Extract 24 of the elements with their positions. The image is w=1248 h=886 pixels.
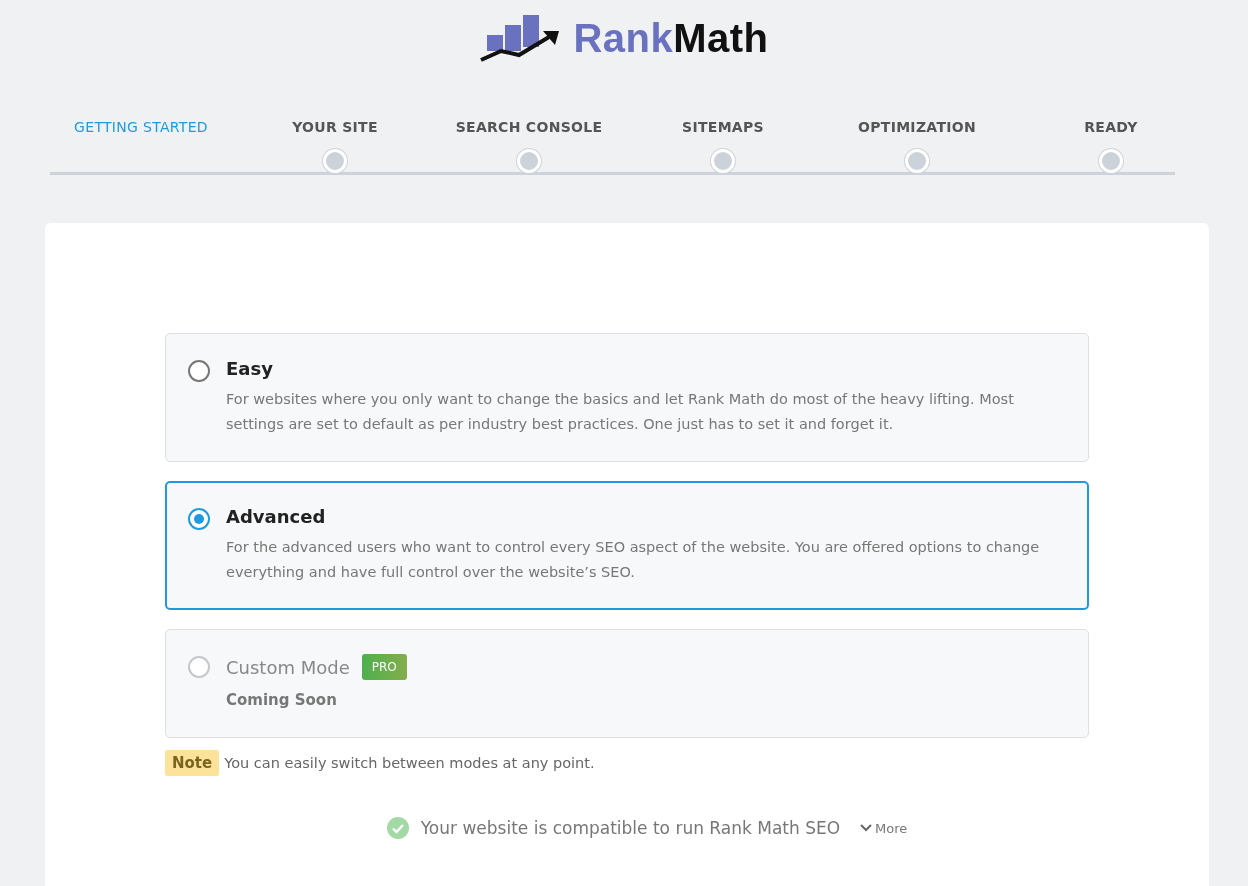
step-tab[interactable]: READY (1084, 111, 1138, 135)
note-label: Note (165, 750, 220, 776)
step-tab[interactable]: SEARCH CONSOLE (455, 111, 603, 135)
mode-description: Coming Soon (226, 690, 338, 711)
check-icon (386, 817, 409, 839)
step-tab[interactable]: OPTIMIZATION (858, 111, 976, 135)
mode-option[interactable] (165, 333, 1089, 462)
pro-badge: PRO (361, 654, 407, 680)
logo-wordmark: RankMath (573, 15, 769, 61)
more-link[interactable]: More (852, 820, 908, 836)
step-dot (517, 149, 541, 173)
mode-title: Easy (226, 358, 273, 379)
mode-description: For websites where you only want to change the basics and let Rank Math do most of the heavy lifting. Most settings are set to default as per industry best practices. One just has to set it and forget it. (226, 390, 1015, 434)
mode-option[interactable]: Advanced For the advanced users who want to control every SEO aspect of the website. You are offered options to change everything and have full control over the website’s SEO. (165, 481, 1089, 610)
caret-icon (860, 824, 873, 832)
mode-title: Advanced (226, 506, 326, 527)
compatibility-message: Your website is compatible to run Rank Math SEO (420, 818, 841, 838)
step-tab[interactable]: SITEMAPS (682, 111, 764, 135)
mode-title: Custom Mode (226, 656, 350, 678)
radio-button[interactable] (188, 360, 210, 382)
step-tab[interactable]: YOUR SITE (292, 111, 378, 135)
mode-description: For the advanced users who want to control every SEO aspect of the website. You are offered options to change everything and have full control over the website’s SEO. (226, 538, 1041, 582)
note-text: You can easily switch between modes at any point. (224, 755, 595, 771)
radio-button[interactable] (188, 508, 210, 530)
